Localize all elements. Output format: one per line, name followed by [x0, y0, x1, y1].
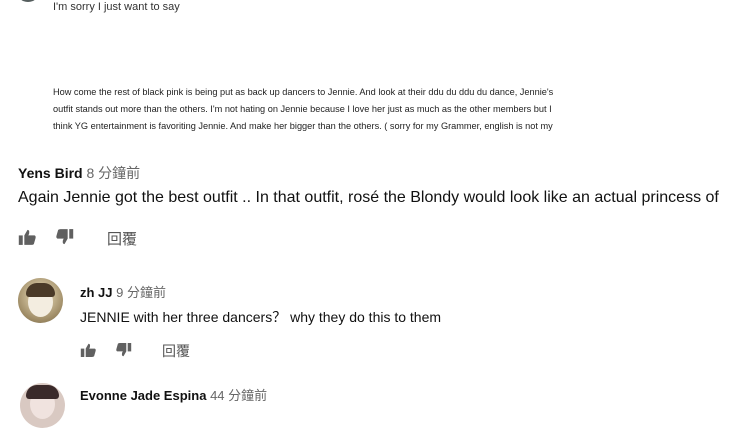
thumbs-up-icon[interactable] — [18, 229, 37, 245]
comment-timestamp[interactable]: 8 分鐘前 — [86, 165, 140, 181]
thumbs-up-icon[interactable] — [80, 343, 97, 357]
comment-text: I'm sorry I just want to say — [53, 1, 180, 13]
comment-line: outfit stands out more than the others. … — [53, 104, 552, 114]
comment-line: think YG entertainment is favoriting Jen… — [53, 121, 553, 131]
reply-button[interactable]: 回覆 — [107, 228, 137, 249]
avatar[interactable] — [20, 383, 65, 428]
avatar[interactable] — [16, 0, 40, 2]
comment-line: How come the rest of black pink is being… — [53, 87, 554, 97]
avatar[interactable] — [18, 278, 63, 323]
thumbs-down-icon[interactable] — [115, 343, 132, 357]
comment-author[interactable]: Yens Bird — [18, 165, 83, 181]
comment-paragraph: How come the rest of black pink is being… — [53, 84, 553, 135]
comment-text: JENNIE with her three dancers？ why they … — [80, 309, 442, 325]
comment-timestamp[interactable]: 9 分鐘前 — [116, 285, 166, 300]
comment-header: zh JJ 9 分鐘前 — [80, 282, 166, 301]
comment-author[interactable]: zh JJ — [80, 285, 113, 300]
thumbs-down-icon[interactable] — [55, 229, 74, 245]
reply-button[interactable]: 回覆 — [162, 341, 190, 361]
comment-header: Yens Bird 8 分鐘前 — [18, 163, 140, 183]
comment-header: Evonne Jade Espina 44 分鐘前 — [80, 385, 267, 404]
comment-author[interactable]: Evonne Jade Espina — [80, 388, 206, 403]
comment-text: Again Jennie got the best outfit .. In t… — [18, 189, 719, 206]
comment-timestamp[interactable]: 44 分鐘前 — [210, 388, 267, 403]
